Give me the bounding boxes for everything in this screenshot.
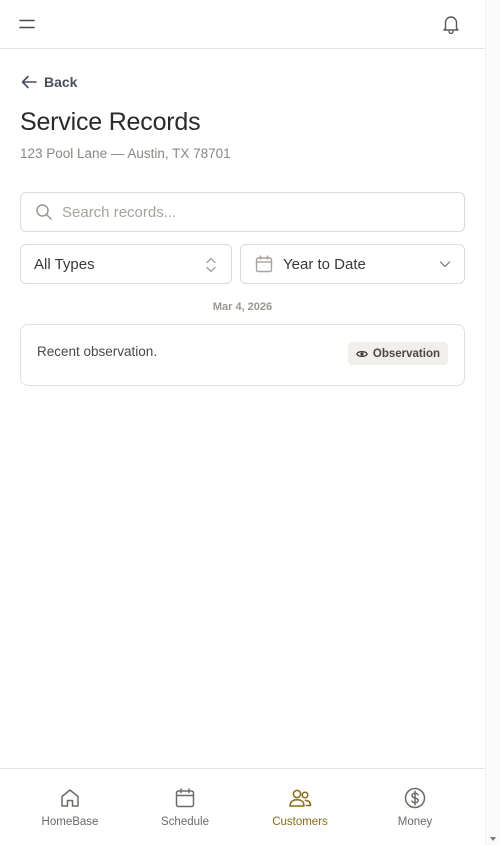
users-icon — [289, 789, 312, 807]
calendar-icon — [255, 255, 273, 273]
date-range-select[interactable]: Year to Date — [240, 244, 465, 284]
search-icon — [36, 204, 52, 220]
record-date-header: Mar 4, 2026 — [212, 301, 273, 313]
menu-button[interactable] — [15, 13, 39, 35]
nav-label-schedule: Schedule — [161, 816, 209, 828]
type-filter-select[interactable]: All Types — [20, 244, 232, 284]
type-filter-value: All Types — [34, 255, 95, 273]
page-title: Service Records — [20, 108, 201, 136]
customer-address: 123 Pool Lane — Austin, TX 78701 — [20, 146, 231, 161]
service-record-card[interactable]: Recent observation. Observation — [20, 324, 465, 386]
home-icon — [61, 789, 79, 807]
record-type-label: Observation — [372, 347, 440, 360]
nav-item-money[interactable]: Money — [365, 769, 465, 845]
bell-icon — [443, 16, 459, 34]
eye-icon — [355, 350, 368, 357]
chevron-up-down-icon — [206, 257, 216, 273]
top-bar — [0, 0, 485, 49]
arrow-left-icon — [21, 75, 37, 89]
nav-label-homebase: HomeBase — [41, 816, 99, 828]
bottom-navigation: HomeBase Schedule Customers Money — [0, 768, 485, 845]
nav-label-money: Money — [397, 816, 433, 828]
dollar-circle-icon — [404, 787, 426, 809]
app-window: Back Service Records 123 Pool Lane — Aus… — [0, 0, 485, 845]
record-text: Recent observation. — [37, 344, 158, 359]
search-box — [20, 192, 465, 232]
nav-label-customers: Customers — [272, 816, 328, 828]
nav-item-customers[interactable]: Customers — [250, 769, 350, 845]
notifications-button[interactable] — [439, 12, 463, 36]
calendar-icon — [175, 788, 195, 808]
back-link[interactable]: Back — [20, 72, 77, 92]
search-input[interactable] — [62, 203, 442, 221]
record-type-badge: Observation — [347, 342, 448, 365]
chevron-down-icon — [439, 261, 451, 268]
back-label: Back — [44, 74, 78, 90]
date-range-value: Year to Date — [283, 255, 366, 273]
nav-item-schedule[interactable]: Schedule — [135, 769, 235, 845]
scroll-down-arrow-icon[interactable] — [490, 837, 496, 841]
menu-icon — [19, 19, 35, 29]
nav-item-homebase[interactable]: HomeBase — [20, 769, 120, 845]
scrollbar[interactable] — [485, 0, 500, 845]
